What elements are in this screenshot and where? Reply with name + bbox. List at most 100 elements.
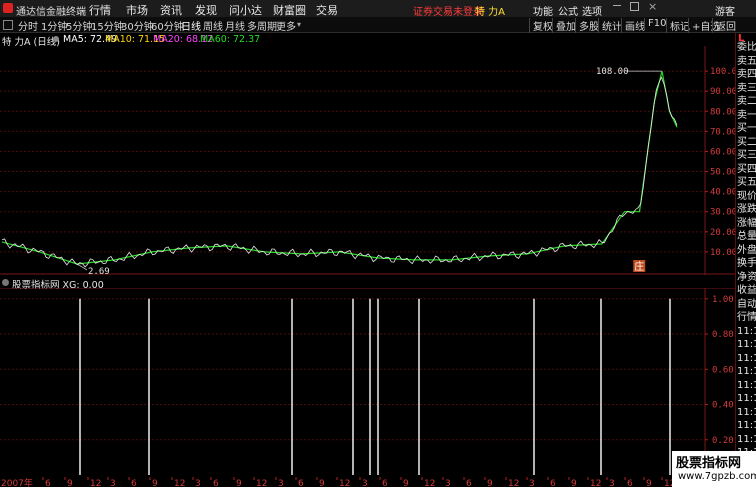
more-dropdown-icon[interactable]: ▾ [297,20,301,29]
sidebar-item[interactable]: 买一 [737,122,756,135]
ma-settings-icon[interactable] [53,36,59,42]
price-tick-label: 30.00 [710,208,735,218]
sidebar-item[interactable]: 总量 [737,230,756,243]
price-series [1,70,678,268]
date-label: 3 [445,479,451,487]
tab-weekly[interactable]: 周线 [203,18,223,33]
sidebar-item[interactable]: 净资 [737,271,756,284]
menu-news[interactable]: 资讯 [160,2,182,18]
multi-stock-button[interactable]: 多股 [575,18,599,33]
menu-ask-xiaoda[interactable]: 问小达 [229,2,262,18]
price-tick-label: 50.00 [710,168,735,178]
date-label: 3 [110,479,116,487]
menu-options[interactable]: 选项 [582,3,602,18]
draw-line-button[interactable]: 画线 [621,18,645,33]
date-label: 12 [590,479,601,487]
price-chart[interactable]: 100.0 90.00 80.00 70.00 60.00 50.00 40.00 30.00… [0,46,735,275]
sidebar-item[interactable]: 委比 [737,41,756,54]
statistics-button[interactable]: 统计 [598,18,622,33]
sidebar-item[interactable]: 11:1 [737,419,756,432]
sidebar-item[interactable]: 买三 [737,149,756,162]
menu-function[interactable]: 功能 [533,3,553,18]
sidebar-item[interactable]: 外盘 [737,244,756,257]
price-line [1,76,678,268]
sidebar-item[interactable]: 卖二 [737,95,756,108]
sidebar-item[interactable]: 收益 [737,284,756,297]
sidebar-item[interactable]: 卖三 [737,82,756,95]
sidebar-item[interactable]: 买四 [737,163,756,176]
stock-name: 特 力A [475,7,506,18]
tab-monthly[interactable]: 月线 [225,18,245,33]
indicator-tick-label: 0.80 [712,330,734,340]
date-label: 9 [67,479,73,487]
sidebar-item[interactable]: 卖一 [737,109,756,122]
minimize-icon[interactable] [613,5,621,6]
sidebar-item[interactable]: 买二 [737,136,756,149]
date-label: 9 [487,479,493,487]
sidebar-item[interactable]: 11:1 [737,325,756,338]
sidebar-item[interactable]: 11:1 [737,433,756,446]
menu-discover[interactable]: 发现 [195,2,217,18]
tab-daily[interactable]: 日线 [181,18,201,33]
date-label: 3 [529,479,535,487]
guest-label[interactable]: 游客 [715,3,735,18]
date-label: 6 [298,479,304,487]
login-warning[interactable]: 证券交易未登录 [413,3,483,18]
date-label: 9 [571,479,577,487]
high-label: 108.00 [596,67,629,77]
sidebar-item[interactable]: 现价 [737,190,756,203]
tab-30min[interactable]: 30分钟 [121,18,154,33]
indicator-settings-icon[interactable] [2,279,9,286]
restore-rights-button[interactable]: 复权 [529,18,553,33]
tab-multi-period[interactable]: 多周期 [247,18,277,33]
price-axis: 100.0 90.00 80.00 70.00 60.00 50.00 40.00 30.00… [705,67,735,258]
date-axis: 2007年 6 9 12 3 6 9 12 3 6 9 12 3 6 9 12 3 6 9 12 3 6 9 12 3 6 9 12 3… [1,477,706,487]
ma60-line [1,70,678,265]
maximize-icon[interactable] [630,2,639,11]
sidebar-item[interactable]: 换手 [737,257,756,270]
tab-more[interactable]: 更多 [276,18,296,33]
indicator-chart[interactable]: 1.00 0.80 0.60 0.40 0.20 [0,288,735,477]
price-tick-label: 90.00 [710,87,735,97]
date-label: 9 [319,479,325,487]
sidebar-item[interactable]: 11:1 [737,379,756,392]
close-icon[interactable]: × [648,0,657,13]
sidebar-item[interactable]: 11:1 [737,406,756,419]
sidebar-item[interactable]: 自动 [737,298,756,311]
menu-trade[interactable]: 交易 [316,2,338,18]
indicator-tick-label: 0.20 [712,436,734,446]
sidebar-item[interactable]: 11:1 [737,365,756,378]
tab-5min[interactable]: 5分钟 [66,18,92,33]
sidebar-item[interactable]: 11:1 [737,392,756,405]
toolbar-toggle-icon[interactable] [3,20,13,30]
indicator-grid [0,288,735,477]
sidebar-item[interactable]: 11:1 [737,338,756,351]
menu-wealth-circle[interactable]: 财富圈 [273,2,306,18]
tab-60min[interactable]: 60分钟 [151,18,184,33]
quote-sidebar: L 委比 卖五 卖四 卖三 卖二 卖一 买一 买二 买三 买四 买五 现价 涨跌 涨幅 总量 外盘 换手 净资 收益… [735,33,756,487]
date-label: 12 [339,479,350,487]
sidebar-item[interactable]: 涨幅 [737,217,756,230]
menu-quotes[interactable]: 行情 [89,2,111,18]
f10-button[interactable]: F10 [644,18,666,29]
price-tick-label: 80.00 [710,107,735,117]
app-logo-icon [3,3,13,13]
tab-1min[interactable]: 1分钟 [41,18,67,33]
menu-bar: 通达信金融终端 行情 市场 资讯 发现 问小达 财富圈 交易 证券交易未登录 特… [0,0,756,18]
tab-15min[interactable]: 15分钟 [91,18,124,33]
sidebar-item[interactable]: 11:1 [737,352,756,365]
overlay-button[interactable]: 叠加 [552,18,576,33]
sidebar-item[interactable]: 卖四 [737,68,756,81]
sidebar-item[interactable]: 行情 [737,311,756,324]
tab-intraday[interactable]: 分时 [18,18,38,33]
menu-formula[interactable]: 公式 [558,3,578,18]
back-button[interactable]: 返回 [712,18,736,33]
mark-button[interactable]: 标记 [666,18,690,33]
sidebar-item[interactable]: 卖五 [737,55,756,68]
indicator-tick-label: 1.00 [712,295,734,305]
date-label: 9 [403,479,409,487]
menu-market[interactable]: 市场 [126,2,148,18]
sidebar-item[interactable]: 买五 [737,176,756,189]
sidebar-item[interactable]: 涨跌 [737,203,756,216]
price-tick-label: 10.00 [710,248,735,258]
